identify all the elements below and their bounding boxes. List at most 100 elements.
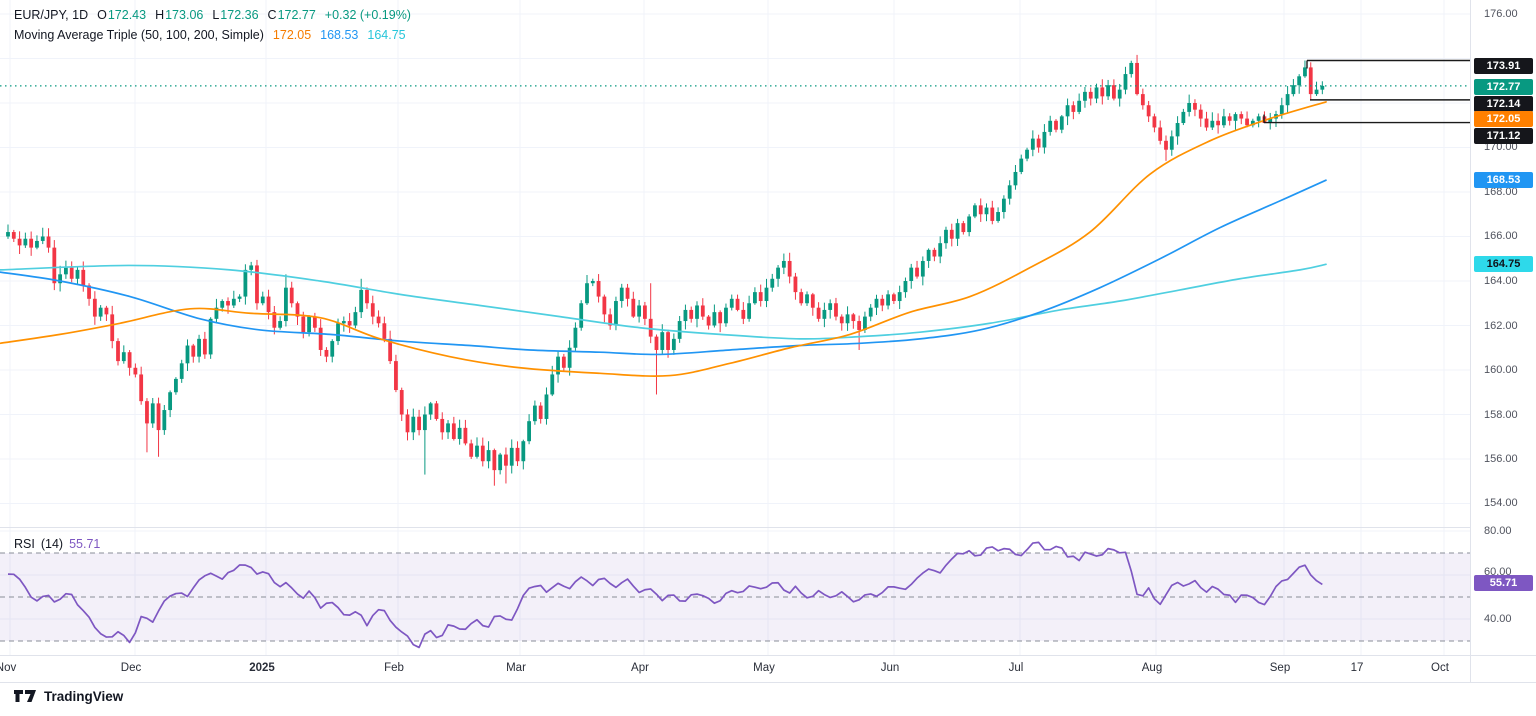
candle-body: [620, 288, 624, 301]
candle-body: [1222, 116, 1226, 125]
candle-body: [261, 297, 265, 304]
symbol-title[interactable]: EUR/JPY, 1D: [14, 8, 88, 22]
candle-body: [151, 403, 155, 423]
time-axis-tick: Dec: [121, 662, 141, 674]
price-axis-tick: 156.00: [1484, 453, 1518, 465]
candle-body: [1077, 101, 1081, 112]
candle-body: [284, 288, 288, 321]
candle-body: [1181, 112, 1185, 123]
candle-body: [382, 323, 386, 339]
chart-canvas[interactable]: [0, 0, 1536, 716]
candle-body: [990, 208, 994, 221]
tradingview-logo-text: TradingView: [44, 689, 123, 704]
candle-body: [985, 208, 989, 215]
candle-body: [574, 328, 578, 348]
candle-body: [1118, 90, 1122, 99]
candle-body: [377, 317, 381, 324]
candle-body: [348, 321, 352, 325]
time-axis-tick: May: [753, 662, 775, 674]
candle-body: [672, 339, 676, 350]
candle-body: [996, 212, 1000, 221]
candle-body: [718, 312, 722, 323]
candle-body: [110, 314, 114, 341]
candle-body: [562, 357, 566, 368]
candle-body: [99, 308, 103, 317]
ma-title[interactable]: Moving Average Triple (50, 100, 200, Sim…: [14, 28, 264, 42]
rsi-legend[interactable]: RSI (14) 55.71: [14, 537, 100, 551]
price-axis-badge: 168.53: [1474, 172, 1533, 188]
time-axis-tick: Oct: [1431, 662, 1449, 674]
candle-body: [892, 294, 896, 301]
candle-body: [707, 317, 711, 326]
tradingview-logo[interactable]: TradingView: [14, 688, 123, 705]
candle-body: [1037, 139, 1041, 148]
symbol-legend[interactable]: EUR/JPY, 1D O172.43 H173.06 L172.36 C172…: [14, 8, 411, 22]
candle-body: [655, 337, 659, 350]
ohlc-high: H173.06: [155, 8, 203, 22]
price-axis-tick: 176.00: [1484, 8, 1518, 20]
candle-body: [1112, 85, 1116, 98]
candle-body: [597, 281, 601, 297]
candle-body: [909, 268, 913, 281]
candle-body: [857, 321, 861, 330]
candle-body: [828, 303, 832, 310]
price-axis-tick: 154.00: [1484, 497, 1518, 509]
candle-body: [585, 283, 589, 303]
footer-border: [0, 682, 1536, 683]
rsi-value: 55.71: [69, 537, 100, 551]
candle-body: [1309, 67, 1313, 94]
candle-body: [1245, 119, 1249, 126]
candle-body: [330, 341, 334, 357]
candle-body: [498, 455, 502, 471]
candle-body: [70, 268, 74, 279]
candle-body: [1286, 94, 1290, 105]
candle-body: [545, 394, 549, 418]
candle-body: [47, 237, 51, 248]
candle-body: [527, 421, 531, 441]
candle-body: [1014, 172, 1018, 185]
candle-body: [81, 270, 85, 286]
candle-body: [684, 310, 688, 321]
time-axis-tick: 17: [1351, 662, 1364, 674]
candle-body: [1199, 110, 1203, 119]
pane-divider-main-rsi[interactable]: [0, 527, 1470, 528]
candle-body: [6, 232, 10, 236]
candle-body: [209, 319, 213, 355]
candle-body: [440, 419, 444, 432]
time-axis-tick: Nov: [0, 662, 16, 674]
candle-body: [1297, 76, 1301, 85]
candle-body: [93, 299, 97, 317]
candle-body: [290, 288, 294, 304]
candle-body: [1100, 87, 1104, 96]
rsi-title[interactable]: RSI: [14, 537, 35, 551]
ma-legend[interactable]: Moving Average Triple (50, 100, 200, Sim…: [14, 28, 406, 42]
candle-body: [753, 292, 757, 303]
candle-body: [35, 241, 39, 248]
candle-body: [626, 288, 630, 299]
candle-body: [1060, 116, 1064, 129]
candle-body: [950, 230, 954, 239]
rsi-axis-tick: 80.00: [1484, 525, 1512, 537]
candle-body: [944, 230, 948, 243]
candle-body: [64, 268, 68, 275]
candle-body: [631, 299, 635, 317]
candle-body: [168, 392, 172, 410]
candle-body: [1106, 85, 1110, 96]
candle-body: [145, 401, 149, 423]
candle-body: [267, 297, 271, 313]
candle-body: [481, 446, 485, 462]
candle-body: [979, 205, 983, 214]
candle-body: [1095, 87, 1099, 98]
time-axis-tick: Sep: [1270, 662, 1290, 674]
candle-body: [336, 323, 340, 341]
candle-body: [174, 379, 178, 392]
candle-body: [834, 303, 838, 316]
candle-body: [701, 305, 705, 316]
candle-body: [423, 415, 427, 431]
time-axis-tick: Mar: [506, 662, 526, 674]
candle-body: [139, 374, 143, 401]
candle-body: [510, 448, 514, 466]
candle-body: [759, 292, 763, 301]
candle-body: [591, 281, 595, 283]
candle-body: [869, 308, 873, 317]
